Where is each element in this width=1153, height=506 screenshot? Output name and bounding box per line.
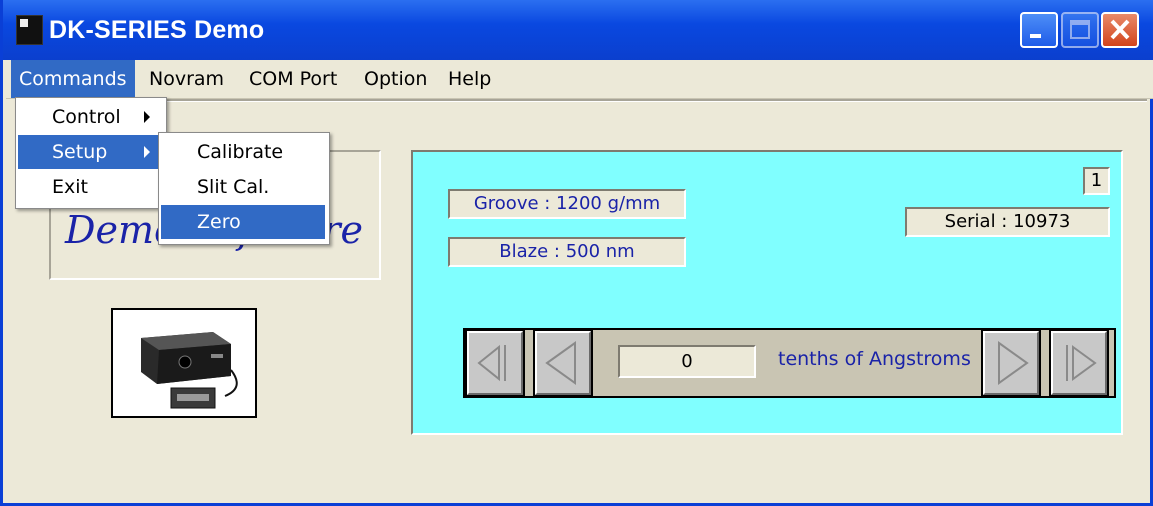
submenu-arrow-icon <box>144 111 150 123</box>
step-forward-button[interactable] <box>981 329 1041 397</box>
menu-item-zero[interactable]: Zero <box>161 205 325 239</box>
minimize-icon <box>1030 34 1041 38</box>
close-button[interactable] <box>1101 12 1139 48</box>
submenu-arrow-icon <box>144 146 150 158</box>
units-label: tenths of Angstroms <box>778 348 971 370</box>
groove-field: Groove : 1200 g/mm <box>448 189 686 219</box>
menu-item-exit-label: Exit <box>52 176 88 198</box>
menu-commands[interactable]: Commands <box>11 60 135 98</box>
step-back-button[interactable] <box>533 329 593 397</box>
channel-field: 1 <box>1083 167 1110 195</box>
setup-submenu: Calibrate Slit Cal. Zero <box>158 132 330 245</box>
menu-bar: Commands Novram COM Port Option Help <box>6 60 1153 99</box>
step-back-icon <box>545 341 576 385</box>
step-back-far-icon <box>477 344 506 382</box>
menu-item-exit[interactable]: Exit <box>18 170 162 204</box>
device-image <box>111 308 257 418</box>
blaze-field: Blaze : 500 nm <box>448 237 686 267</box>
close-icon <box>1110 19 1130 40</box>
commands-menu: Control Setup Exit <box>15 97 167 209</box>
maximize-icon <box>1070 20 1090 39</box>
minimize-button[interactable] <box>1020 12 1058 48</box>
menu-novram[interactable]: Novram <box>141 60 232 98</box>
menu-item-control-label: Control <box>52 106 121 128</box>
menu-item-setup-label: Setup <box>52 141 108 163</box>
menu-item-calibrate[interactable]: Calibrate <box>161 135 325 169</box>
serial-field: Serial : 10973 <box>905 207 1110 237</box>
menu-item-slit-cal[interactable]: Slit Cal. <box>161 170 325 204</box>
step-forward-far-button[interactable] <box>1049 329 1109 397</box>
menu-help[interactable]: Help <box>440 60 499 98</box>
app-window: DK-SERIES Demo Commands Novram COM Port … <box>0 0 1153 506</box>
menu-separator <box>15 99 1147 102</box>
app-icon[interactable] <box>16 15 43 45</box>
step-forward-icon <box>998 341 1029 385</box>
step-forward-far-icon <box>1066 345 1097 381</box>
window-title: DK-SERIES Demo <box>49 16 265 44</box>
menu-item-control[interactable]: Control <box>18 100 162 134</box>
menu-item-setup[interactable]: Setup <box>18 135 162 169</box>
menu-com-port[interactable]: COM Port <box>241 60 345 98</box>
maximize-button[interactable] <box>1061 12 1099 48</box>
step-back-far-button[interactable] <box>465 329 525 397</box>
title-bar[interactable]: DK-SERIES Demo <box>3 0 1153 60</box>
position-field[interactable]: 0 <box>618 345 756 378</box>
menu-option[interactable]: Option <box>356 60 435 98</box>
